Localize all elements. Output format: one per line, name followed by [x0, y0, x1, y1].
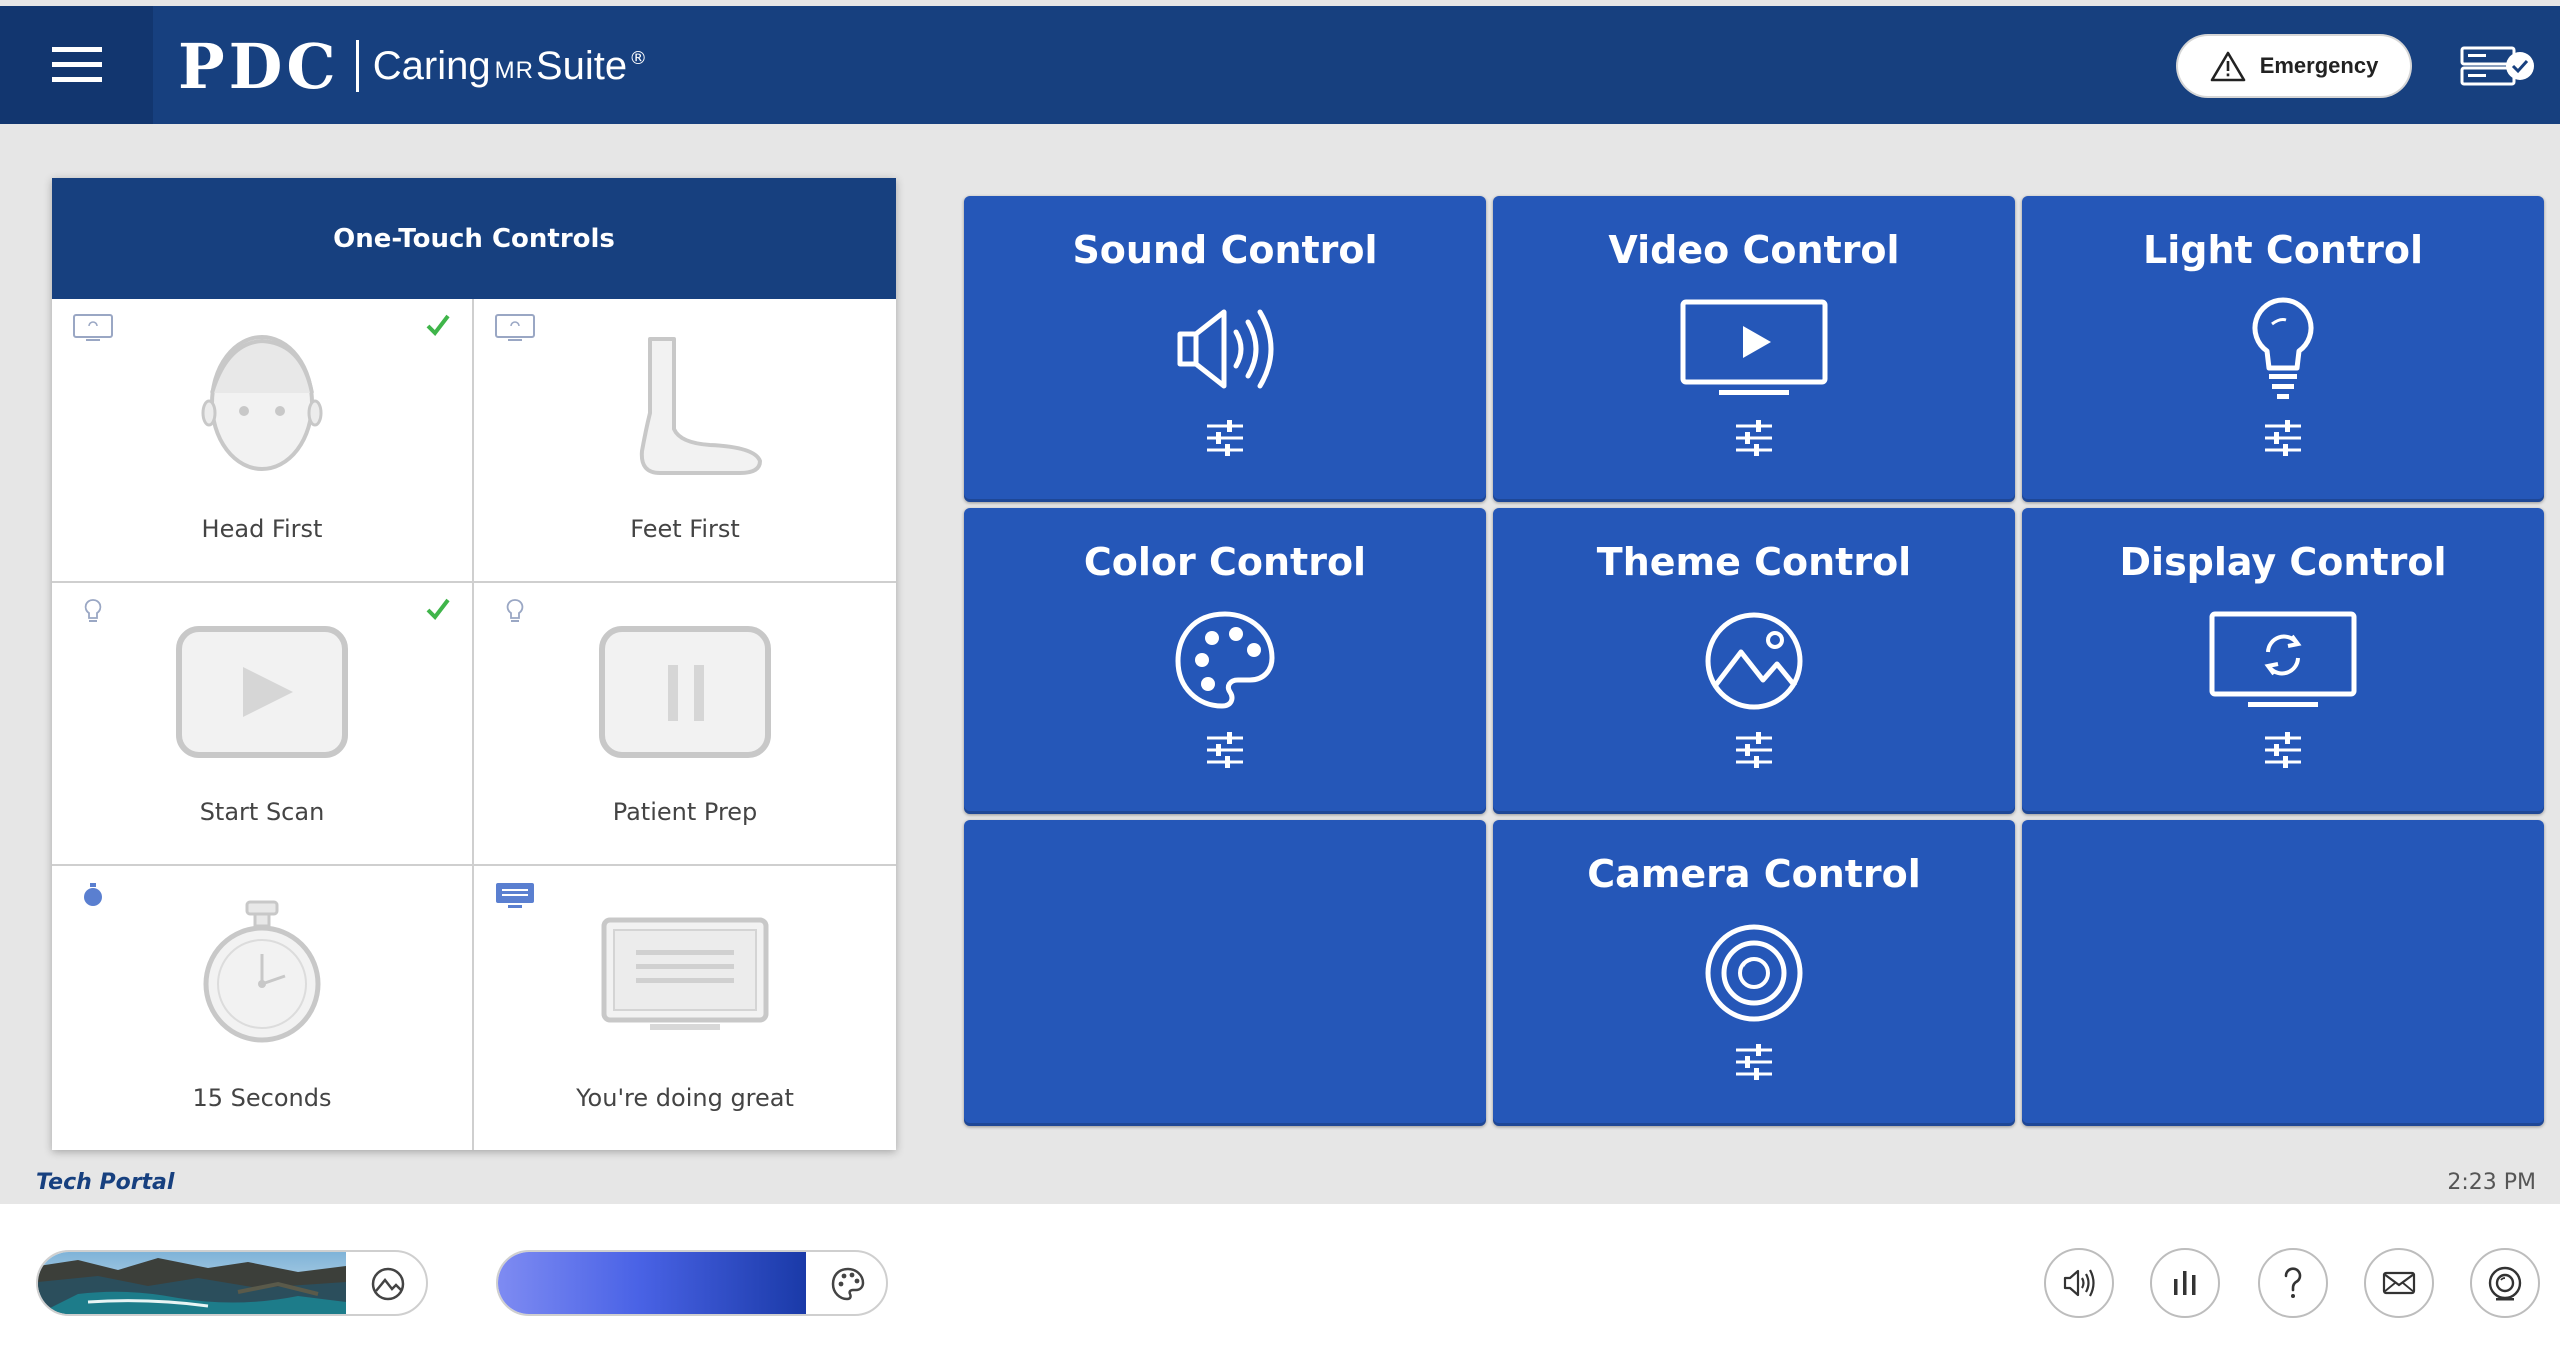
timer-icon	[84, 883, 102, 907]
help-icon	[2284, 1267, 2302, 1298]
adjust-icon[interactable]	[1730, 1038, 1778, 1086]
one-touch-feet-first[interactable]: Feet First	[474, 299, 896, 583]
tech-portal-link[interactable]: Tech Portal	[36, 1170, 174, 1195]
cell-label: Head First	[201, 514, 323, 543]
adjust-icon[interactable]	[1201, 726, 1249, 774]
tile-title: Light Control	[2143, 228, 2423, 272]
nav-message-button[interactable]	[2364, 1248, 2434, 1318]
message-screen-icon	[601, 917, 769, 1031]
one-touch-controls-panel: One-Touch Controls Head First Feet First…	[52, 178, 896, 1150]
nav-help-button[interactable]	[2258, 1248, 2328, 1318]
one-touch-head-first[interactable]: Head First	[52, 299, 474, 583]
one-touch-start-scan[interactable]: Start Scan	[52, 582, 474, 867]
lightbulb-icon	[84, 598, 102, 622]
emergency-button[interactable]: Emergency	[2178, 36, 2410, 96]
mountain-image-icon	[1705, 612, 1803, 710]
cell-label: Feet First	[630, 514, 740, 543]
speaker-icon	[1177, 309, 1274, 389]
tile-camera-control[interactable]: Camera Control	[1493, 820, 2015, 1126]
lightbulb-icon	[506, 598, 524, 622]
tile-color-control[interactable]: Color Control	[964, 508, 1486, 814]
hamburger-icon	[51, 47, 102, 82]
tile-video-control[interactable]: Video Control	[1493, 196, 2015, 502]
tile-empty	[964, 820, 1486, 1126]
logo-suite: Suite	[535, 43, 628, 88]
logo-pdc: PDC	[178, 29, 340, 103]
one-touch-15-seconds[interactable]: 15 Seconds	[52, 866, 474, 1150]
video-screen-icon	[1680, 299, 1828, 395]
clock: 2:23 PM	[2447, 1170, 2536, 1195]
display-icon	[495, 314, 535, 341]
speaker-icon	[2063, 1269, 2095, 1297]
menu-button[interactable]	[0, 6, 153, 124]
tile-title: Camera Control	[1587, 852, 1921, 896]
tile-empty	[2022, 820, 2544, 1126]
theme-icon[interactable]	[364, 1260, 412, 1308]
adjust-icon[interactable]	[2259, 414, 2307, 462]
nav-equalizer-button[interactable]	[2150, 1248, 2220, 1318]
logo-mr: MR	[494, 57, 534, 84]
stopwatch-icon	[203, 900, 321, 1043]
color-swatch	[498, 1252, 806, 1314]
palette-icon	[1175, 611, 1275, 709]
nav-camera-button[interactable]	[2470, 1248, 2540, 1318]
scene-selector[interactable]	[36, 1250, 428, 1316]
tile-title: Video Control	[1608, 228, 1900, 272]
one-touch-patient-prep[interactable]: Patient Prep	[474, 583, 896, 867]
cell-label: Patient Prep	[612, 798, 758, 827]
emergency-label: Emergency	[2259, 53, 2379, 78]
tile-sound-control[interactable]: Sound Control	[964, 196, 1486, 502]
message-icon	[496, 883, 534, 909]
adjust-icon[interactable]	[1730, 726, 1778, 774]
head-icon	[201, 335, 323, 471]
cell-label: You're doing great	[576, 1083, 794, 1112]
palette-icon[interactable]	[824, 1260, 872, 1308]
display-icon	[73, 314, 113, 341]
cell-label: Start Scan	[199, 798, 325, 827]
logo-caring: Caring	[372, 43, 491, 88]
pause-icon	[599, 625, 771, 758]
color-selector[interactable]	[496, 1250, 888, 1316]
tile-title: Theme Control	[1596, 540, 1912, 584]
tile-theme-control[interactable]: Theme Control	[1493, 508, 2015, 814]
display-refresh-icon	[2209, 611, 2357, 707]
check-icon	[426, 314, 450, 337]
foot-icon	[639, 337, 762, 475]
tile-title: Display Control	[2119, 540, 2447, 584]
server-status-icon[interactable]	[2460, 44, 2536, 88]
adjust-icon[interactable]	[1730, 414, 1778, 462]
top-bar: PDC Caring MR Suite ® Emergency	[0, 6, 2560, 124]
app-logo: PDC Caring MR Suite ®	[178, 28, 647, 104]
adjust-icon[interactable]	[2259, 726, 2307, 774]
nav-sound-button[interactable]	[2044, 1248, 2114, 1318]
play-icon	[176, 625, 348, 758]
cell-label: 15 Seconds	[192, 1083, 332, 1112]
one-touch-title: One-Touch Controls	[52, 178, 896, 299]
one-touch-grid: Head First Feet First Start Scan Patient…	[52, 299, 896, 1150]
equalizer-icon	[2174, 1271, 2196, 1295]
warning-triangle-icon	[2210, 51, 2245, 82]
one-touch-youre-doing-great[interactable]: You're doing great	[474, 866, 896, 1150]
logo-separator	[355, 40, 359, 92]
mail-icon	[2382, 1271, 2416, 1295]
tile-title: Sound Control	[1072, 228, 1378, 272]
tile-display-control[interactable]: Display Control	[2022, 508, 2544, 814]
logo-registered: ®	[629, 48, 648, 69]
lightbulb-icon	[2252, 297, 2314, 399]
check-icon	[426, 598, 450, 620]
tile-title: Color Control	[1083, 540, 1367, 584]
tile-light-control[interactable]: Light Control	[2022, 196, 2544, 502]
bottom-bar	[0, 1204, 2560, 1356]
scene-thumbnail	[38, 1252, 346, 1314]
control-tiles-grid: Sound Control Video Control Light Contro…	[964, 196, 2544, 1126]
camera-icon	[2488, 1266, 2522, 1301]
adjust-icon[interactable]	[1201, 414, 1249, 462]
camera-icon	[1705, 924, 1803, 1022]
